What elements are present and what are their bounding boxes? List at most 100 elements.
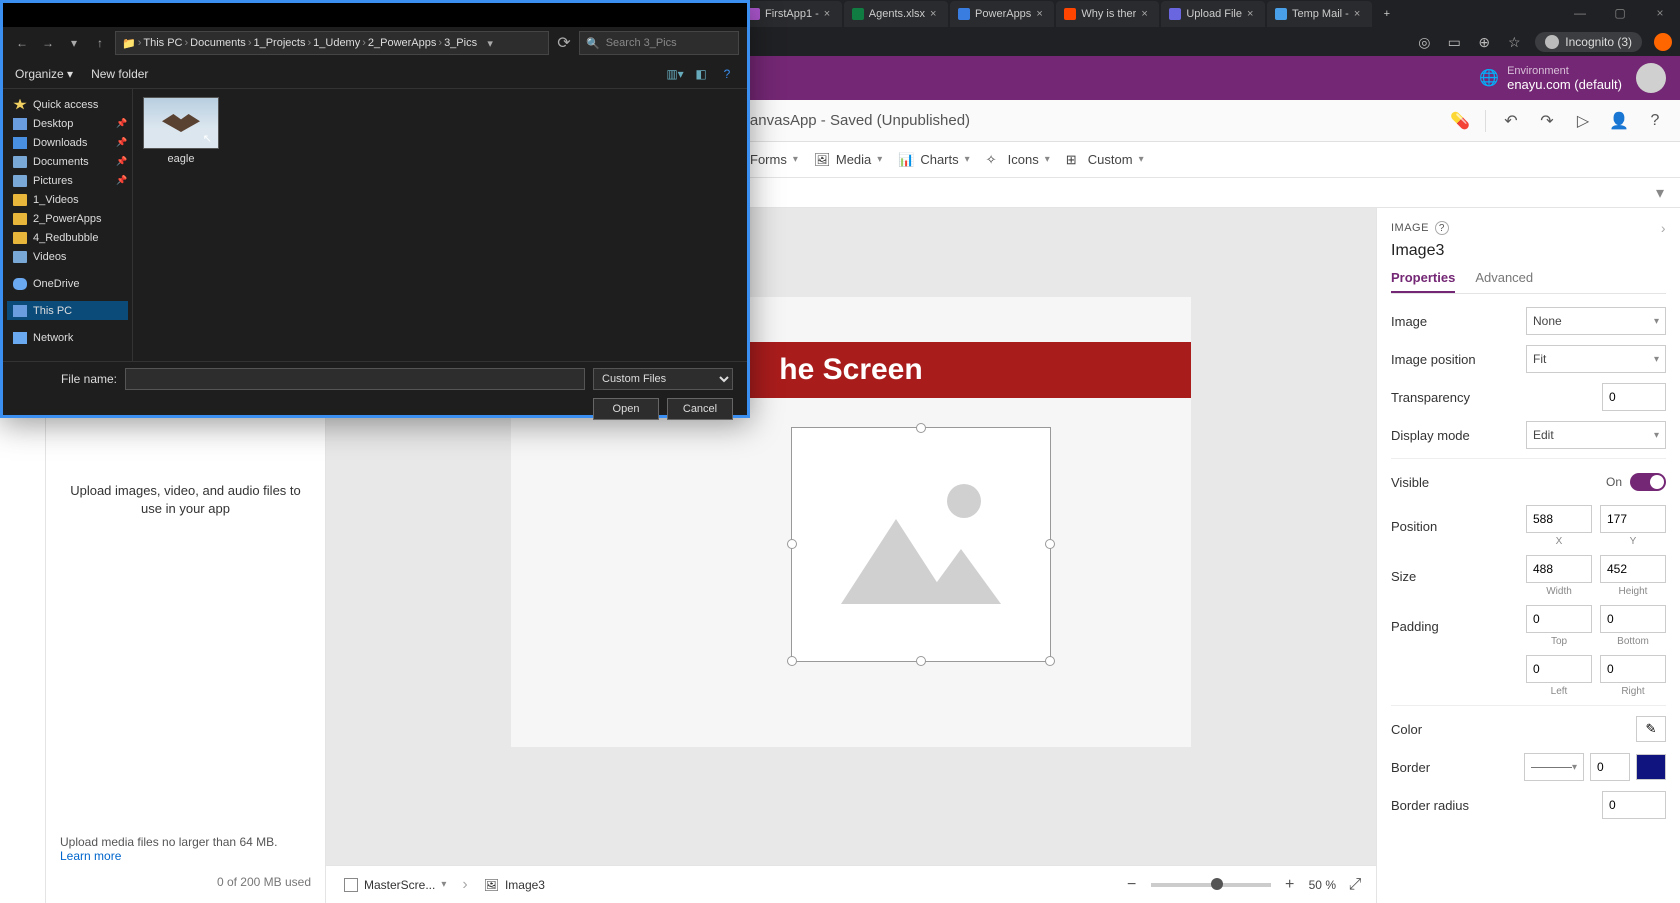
extensions-icon[interactable]: ◎ xyxy=(1415,33,1433,51)
prop-y-input[interactable] xyxy=(1600,505,1666,533)
play-icon[interactable]: ▷ xyxy=(1568,106,1598,136)
environment-selector[interactable]: 🌐 Environment enayu.com (default) xyxy=(1479,65,1622,92)
incognito-badge[interactable]: Incognito (3) xyxy=(1535,32,1642,52)
prop-padtop-input[interactable] xyxy=(1526,605,1592,633)
chevron-right-icon[interactable]: › xyxy=(1661,220,1666,236)
ribbon-charts[interactable]: 📊Charts▾ xyxy=(898,152,969,168)
prop-padbottom-input[interactable] xyxy=(1600,605,1666,633)
view-dropdown-icon[interactable]: ▥▾ xyxy=(667,66,683,82)
close-icon[interactable]: × xyxy=(824,8,834,20)
open-button[interactable]: Open xyxy=(593,398,659,420)
ribbon-forms[interactable]: Forms▾ xyxy=(750,152,798,167)
tree-quick-access[interactable]: Quick access xyxy=(7,95,128,114)
prop-bradius-input[interactable] xyxy=(1602,791,1666,819)
cast-icon[interactable]: ▭ xyxy=(1445,33,1463,51)
undo-icon[interactable]: ↶ xyxy=(1496,106,1526,136)
prop-height-input[interactable] xyxy=(1600,555,1666,583)
prop-padright-input[interactable] xyxy=(1600,655,1666,683)
tree-network[interactable]: Network xyxy=(7,328,128,347)
help-icon[interactable]: ? xyxy=(719,66,735,82)
tab-properties[interactable]: Properties xyxy=(1391,270,1455,293)
health-check-icon[interactable]: 💊 xyxy=(1445,106,1475,136)
redo-icon[interactable]: ↷ xyxy=(1532,106,1562,136)
close-icon[interactable]: × xyxy=(1247,8,1257,20)
star-icon[interactable]: ☆ xyxy=(1505,33,1523,51)
control-name[interactable]: Image3 xyxy=(1391,242,1666,260)
tree-folder[interactable]: 4_Redbubble xyxy=(7,228,128,247)
learn-more-link[interactable]: Learn more xyxy=(60,849,121,863)
refresh-button[interactable]: ⟳ xyxy=(553,33,575,53)
close-icon[interactable]: × xyxy=(1036,8,1046,20)
back-button[interactable]: ← xyxy=(11,32,33,54)
prop-color-button[interactable]: ✎ xyxy=(1636,716,1666,742)
recent-dropdown[interactable]: ▾ xyxy=(63,32,85,54)
browser-tab[interactable]: Agents.xlsx× xyxy=(844,1,948,27)
cancel-button[interactable]: Cancel xyxy=(667,398,733,420)
close-icon[interactable]: × xyxy=(1354,8,1364,20)
browser-tab[interactable]: Upload File× xyxy=(1161,1,1265,27)
ribbon-icons[interactable]: ✧Icons▾ xyxy=(986,152,1050,168)
files-area[interactable]: ↖ eagle xyxy=(133,89,747,361)
tree-documents[interactable]: Documents📌 xyxy=(7,152,128,171)
dialog-titlebar[interactable] xyxy=(3,3,747,27)
zoom-out-button[interactable]: − xyxy=(1123,876,1141,894)
close-icon[interactable]: × xyxy=(930,8,940,20)
close-button[interactable]: × xyxy=(1640,0,1680,26)
zoom-in-button[interactable]: + xyxy=(1281,876,1299,894)
tab-advanced[interactable]: Advanced xyxy=(1475,270,1533,293)
new-tab-button[interactable]: + xyxy=(1374,1,1400,27)
tree-folder[interactable]: Videos xyxy=(7,247,128,266)
chevron-down-icon[interactable]: ▾ xyxy=(1650,183,1670,203)
browser-tab[interactable]: Why is ther× xyxy=(1056,1,1159,27)
path-dropdown[interactable]: ▾ xyxy=(479,37,501,50)
prop-border-width[interactable] xyxy=(1590,753,1630,781)
file-filter-select[interactable]: Custom Files xyxy=(593,368,733,390)
up-button[interactable]: ↑ xyxy=(89,32,111,54)
organize-menu[interactable]: Organize ▾ xyxy=(15,67,73,81)
zoom-slider[interactable] xyxy=(1151,883,1271,887)
help-icon[interactable]: ? xyxy=(1640,106,1670,136)
prop-transp-input[interactable] xyxy=(1602,383,1666,411)
prop-border-color[interactable] xyxy=(1636,754,1666,780)
share-icon[interactable]: 👤 xyxy=(1604,106,1634,136)
tree-onedrive[interactable]: OneDrive xyxy=(7,274,128,293)
path-breadcrumb[interactable]: 📁 ›This PC ›Documents ›1_Projects ›1_Ude… xyxy=(115,31,549,55)
file-tile[interactable]: ↖ eagle xyxy=(141,97,221,165)
new-folder-button[interactable]: New folder xyxy=(91,67,148,81)
close-icon[interactable]: × xyxy=(1141,8,1151,20)
prop-x-input[interactable] xyxy=(1526,505,1592,533)
tree-folder[interactable]: 1_Videos xyxy=(7,190,128,209)
browser-tab[interactable]: PowerApps× xyxy=(950,1,1054,27)
prop-width-input[interactable] xyxy=(1526,555,1592,583)
ribbon-custom[interactable]: ⊞Custom▾ xyxy=(1066,152,1144,168)
search-input[interactable]: 🔍Search 3_Pics xyxy=(579,31,739,55)
tree-this-pc[interactable]: This PC xyxy=(7,301,128,320)
prop-visible-toggle[interactable] xyxy=(1630,473,1666,491)
zoom-icon[interactable]: ⊕ xyxy=(1475,33,1493,51)
tree-folder[interactable]: 2_PowerApps xyxy=(7,209,128,228)
filename-input[interactable] xyxy=(125,368,585,390)
prop-image-select[interactable]: None▾ xyxy=(1526,307,1666,335)
media-usage: 0 of 200 MB used xyxy=(217,875,311,889)
forward-button[interactable]: → xyxy=(37,32,59,54)
prop-padleft-input[interactable] xyxy=(1526,655,1592,683)
browser-tab[interactable]: Temp Mail -× xyxy=(1267,1,1372,27)
prop-imgpos-select[interactable]: Fit▾ xyxy=(1526,345,1666,373)
browser-tab[interactable]: FirstApp1 -× xyxy=(740,1,842,27)
tree-pictures[interactable]: Pictures📌 xyxy=(7,171,128,190)
breadcrumb-screen[interactable]: MasterScre...▾ xyxy=(338,875,452,895)
ribbon-media[interactable]: 🖼Media▾ xyxy=(814,152,882,168)
prop-dispmode-select[interactable]: Edit▾ xyxy=(1526,421,1666,449)
avatar[interactable] xyxy=(1636,63,1666,93)
maximize-button[interactable]: ▢ xyxy=(1600,0,1640,26)
tree-desktop[interactable]: Desktop📌 xyxy=(7,114,128,133)
fit-screen-icon[interactable]: ⤢ xyxy=(1346,876,1364,894)
prop-border-style[interactable]: ▾ xyxy=(1524,753,1584,781)
minimize-button[interactable]: — xyxy=(1560,0,1600,26)
tree-downloads[interactable]: Downloads📌 xyxy=(7,133,128,152)
preview-pane-icon[interactable]: ◧ xyxy=(693,66,709,82)
breadcrumb-control[interactable]: 🖼Image3 xyxy=(478,875,551,895)
info-icon[interactable]: ? xyxy=(1435,221,1449,235)
image-control-selected[interactable] xyxy=(791,427,1051,662)
profile-icon[interactable] xyxy=(1654,33,1672,51)
